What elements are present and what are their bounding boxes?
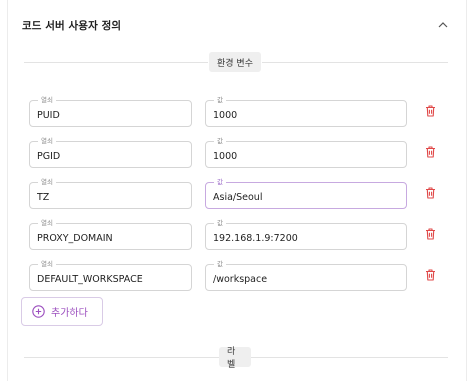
collapse-button[interactable] xyxy=(435,17,451,33)
env-key-field[interactable]: 열쇠 xyxy=(29,137,192,168)
env-divider-left xyxy=(24,62,208,63)
trash-icon xyxy=(425,187,435,199)
env-key-input[interactable] xyxy=(30,224,191,249)
env-key-input[interactable] xyxy=(30,142,191,167)
labels-divider-right xyxy=(251,357,448,358)
env-key-input[interactable] xyxy=(30,265,191,290)
delete-env-button[interactable] xyxy=(423,186,437,200)
env-key-input[interactable] xyxy=(30,101,191,126)
env-value-field[interactable]: 값 xyxy=(205,96,407,127)
env-key-field[interactable]: 열쇠 xyxy=(29,260,192,291)
delete-env-button[interactable] xyxy=(423,268,437,282)
trash-icon xyxy=(425,269,435,281)
trash-icon xyxy=(425,105,435,117)
env-value-field[interactable]: 값 xyxy=(205,137,407,168)
env-key-field[interactable]: 열쇠 xyxy=(29,96,192,127)
env-key-input[interactable] xyxy=(30,183,191,208)
env-value-input[interactable] xyxy=(206,142,406,167)
labels-section-label: 라벨 xyxy=(219,347,251,370)
env-divider-right xyxy=(262,62,448,63)
delete-env-button[interactable] xyxy=(423,104,437,118)
env-value-field[interactable]: 값 xyxy=(205,219,407,250)
chevron-up-icon xyxy=(438,22,448,28)
panel-title: 코드 서버 사용자 정의 xyxy=(22,20,122,32)
env-key-field[interactable]: 열쇠 xyxy=(29,178,192,209)
env-value-input[interactable] xyxy=(206,101,406,126)
env-value-input[interactable] xyxy=(206,265,406,290)
labels-divider-left xyxy=(24,357,219,358)
env-value-field[interactable]: 값 xyxy=(205,178,407,209)
env-section-label: 환경 변수 xyxy=(209,52,261,72)
trash-icon xyxy=(425,228,435,240)
env-value-input[interactable] xyxy=(206,183,406,208)
delete-env-button[interactable] xyxy=(423,145,437,159)
env-value-input[interactable] xyxy=(206,224,406,249)
env-key-field[interactable]: 열쇠 xyxy=(29,219,192,250)
plus-circle-icon xyxy=(32,305,45,318)
add-env-button[interactable]: 추가하다 xyxy=(21,297,103,326)
add-env-label: 추가하다 xyxy=(51,308,88,319)
env-value-field[interactable]: 값 xyxy=(205,260,407,291)
delete-env-button[interactable] xyxy=(423,227,437,241)
trash-icon xyxy=(425,146,435,158)
